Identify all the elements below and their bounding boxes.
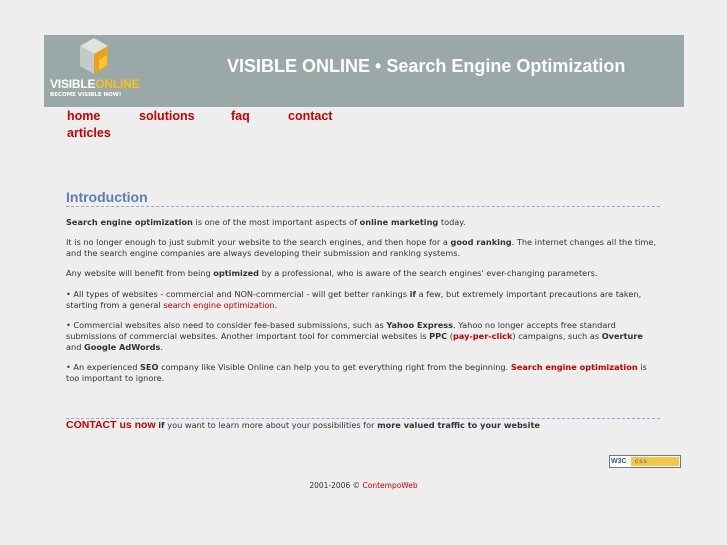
main-content: Introduction Search engine optimization … [66,189,660,383]
paragraph-4: • All types of websites - commercial and… [66,289,642,310]
intro-heading: Introduction [66,189,660,207]
logo-tagline: BECOME VISIBLE NOW! [50,92,122,98]
site-logo[interactable]: VISIBLEONLINE BECOME VISIBLE NOW! [50,38,140,102]
footer: 2001-2006 © ContempoWeb [309,481,418,490]
paragraph-3: Any website will benefit from being opti… [66,268,598,278]
w3c-logo: W3C [611,457,629,466]
nav-link-solutions[interactable]: solutions [139,109,195,123]
paragraph-2: It is no longer enough to just submit yo… [66,237,656,258]
css-label: css [631,457,679,466]
seo-link-2[interactable]: Search engine optimization [511,362,638,372]
contact-us-link[interactable]: CONTACT us now [66,419,156,431]
paragraph-1: Search engine optimization is one of the… [66,217,466,227]
site-title: VISIBLE ONLINE • Search Engine Optimizat… [227,56,626,76]
w3c-css-badge[interactable]: W3C css [609,455,681,468]
nav-link-contact[interactable]: contact [288,109,332,123]
nav-link-home[interactable]: home [67,109,100,123]
contact-callout: CONTACT us now if you want to learn more… [66,419,540,431]
cube-logo-icon [80,38,108,74]
nav-link-articles[interactable]: articles [67,126,111,140]
paragraph-6: • An experienced SEO company like Visibl… [66,362,647,383]
contempoweb-link[interactable]: ContempoWeb [363,481,418,490]
seo-link[interactable]: search engine optimization [163,300,274,310]
ppc-link[interactable]: pay-per-click [453,331,512,341]
site-header: VISIBLEONLINE BECOME VISIBLE NOW! VISIBL… [44,35,684,107]
nav-link-faq[interactable]: faq [231,109,250,123]
paragraph-5: • Commercial websites also need to consi… [66,320,643,352]
logo-wordmark: VISIBLEONLINE [50,77,140,91]
